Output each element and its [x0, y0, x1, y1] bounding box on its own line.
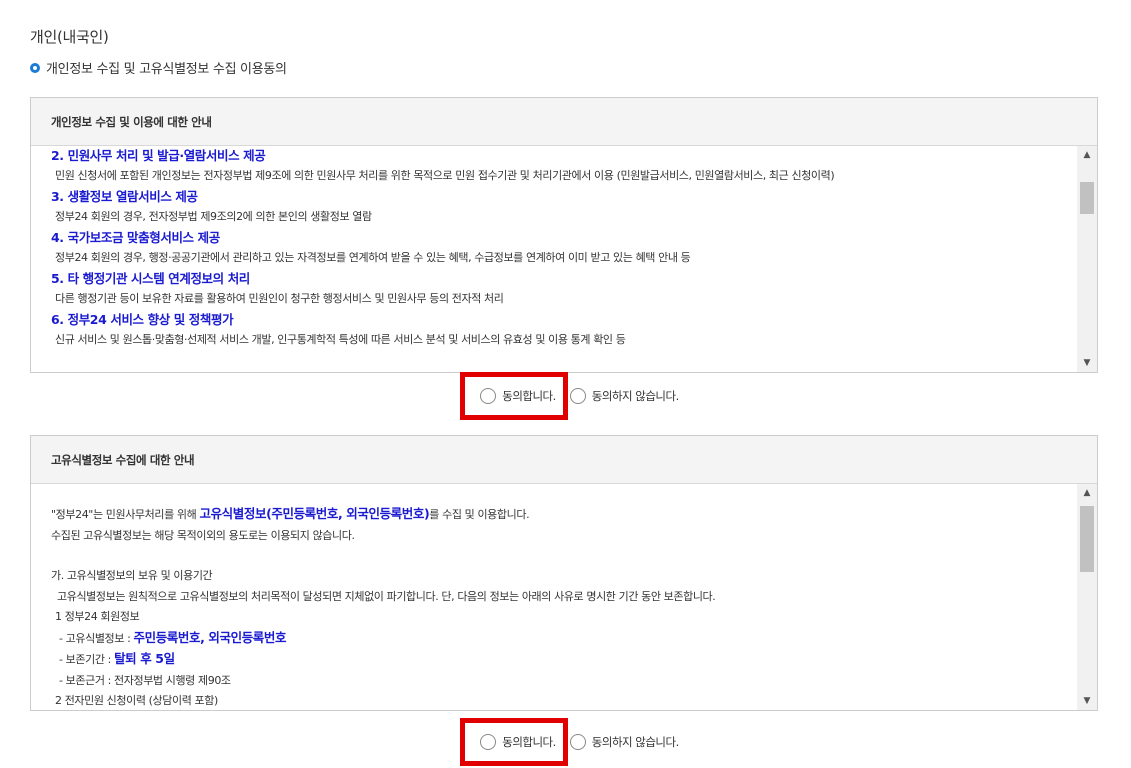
scroll-thumb[interactable] [1080, 182, 1094, 214]
unique-id-item-1-a: - 고유식별정보 : 주민등록번호, 외국인등록번호 [51, 628, 1067, 650]
radio-button[interactable] [480, 734, 497, 750]
bullet-ring-icon [30, 62, 40, 73]
unique-id-intro-text: "정부24"는 민원사무처리를 위해 [51, 508, 197, 521]
privacy-section-title: 2. 민원사무 처리 및 발급·열람서비스 제공 [51, 148, 266, 163]
privacy-section-desc: 민원 신청서에 포함된 개인정보는 전자정부법 제9조에 의한 민원사무 처리를… [55, 169, 835, 182]
unique-id-disagree-option[interactable]: 동의하지 않습니다. [569, 734, 679, 750]
privacy-section-desc: 정부24 회원의 경우, 행정·공공기관에서 관리하고 있는 자격정보를 연계하… [55, 251, 691, 264]
scroll-down-arrow-icon[interactable]: ▼ [1077, 354, 1097, 372]
privacy-info-panel: 개인정보 수집 및 이용에 대한 안내 2. 민원사무 처리 및 발급·열람서비… [30, 97, 1098, 373]
privacy-agree-label[interactable]: 동의합니다. [502, 388, 556, 404]
privacy-scrollbar[interactable]: ▲ ▼ [1077, 146, 1097, 372]
unique-id-intro: "정부24"는 민원사무처리를 위해 고유식별정보(주민등록번호, 외국인등록번… [51, 504, 1067, 526]
privacy-agree-option[interactable]: 동의합니다. [460, 372, 568, 420]
privacy-section-desc: 정부24 회원의 경우, 전자정부법 제9조의2에 의한 본인의 생활정보 열람 [55, 210, 372, 223]
scroll-up-arrow-icon[interactable]: ▲ [1077, 484, 1097, 502]
unique-id-item-1-b: - 보존기간 : 탈퇴 후 5일 [51, 649, 1067, 671]
privacy-section: 5. 타 행정기관 시스템 연계정보의 처리 다른 행정기관 등이 보유한 자료… [51, 271, 1067, 312]
radio-button[interactable] [480, 388, 497, 404]
unique-id-info-panel-header: 고유식별정보 수집에 대한 안내 [31, 436, 1097, 484]
privacy-info-panel-header: 개인정보 수집 및 이용에 대한 안내 [31, 98, 1097, 146]
scroll-thumb[interactable] [1080, 506, 1094, 572]
unique-id-item-2: 2 전자민원 신청이력 (상담이력 포함) [55, 694, 218, 707]
radio-button[interactable] [569, 734, 586, 750]
privacy-consent-radio-group: 동의합니다. 동의하지 않습니다. [0, 372, 1131, 420]
privacy-section: 4. 국가보조금 맞춤형서비스 제공 정부24 회원의 경우, 행정·공공기관에… [51, 230, 1067, 271]
privacy-section-title: 3. 생활정보 열람서비스 제공 [51, 189, 198, 204]
privacy-disagree-option[interactable]: 동의하지 않습니다. [569, 388, 679, 404]
unique-id-info-panel: 고유식별정보 수집에 대한 안내 "정부24"는 민원사무처리를 위해 고유식별… [30, 435, 1098, 711]
unique-id-item-1-a-label: - 고유식별정보 : [59, 631, 131, 645]
privacy-section-desc: 신규 서비스 및 원스톱·맞춤형·선제적 서비스 개발, 인구통계학적 특성에 … [55, 333, 626, 346]
scroll-up-arrow-icon[interactable]: ▲ [1077, 146, 1097, 164]
privacy-info-scroll-area[interactable]: 2. 민원사무 처리 및 발급·열람서비스 제공 민원 신청서에 포함된 개인정… [31, 146, 1097, 372]
privacy-section-title: 5. 타 행정기관 시스템 연계정보의 처리 [51, 271, 250, 286]
unique-id-section-desc: 고유식별정보는 원칙적으로 고유식별정보의 처리목적이 달성되면 지체없이 파기… [57, 589, 716, 603]
unique-id-item-1: 1 정부24 회원정보 [55, 610, 140, 623]
unique-id-item-1-b-value: 탈퇴 후 5일 [114, 651, 175, 666]
privacy-section: 3. 생활정보 열람서비스 제공 정부24 회원의 경우, 전자정부법 제9조의… [51, 189, 1067, 230]
privacy-section: 6. 정부24 서비스 향상 및 정책평가 신규 서비스 및 원스톱·맞춤형·선… [51, 312, 1067, 353]
section-subtitle-text: 개인정보 수집 및 고유식별정보 수집 이용동의 [46, 62, 287, 77]
unique-id-scrollbar[interactable]: ▲ ▼ [1077, 484, 1097, 710]
unique-id-intro-highlight: 고유식별정보(주민등록번호, 외국인등록번호) [199, 506, 430, 521]
radio-button[interactable] [569, 388, 586, 404]
privacy-section-desc: 다른 행정기관 등이 보유한 자료를 활용하여 민원인이 청구한 행정서비스 및… [55, 292, 504, 305]
privacy-disagree-label[interactable]: 동의하지 않습니다. [592, 388, 679, 404]
page-title: 개인(내국인) [30, 28, 109, 46]
scroll-down-arrow-icon[interactable]: ▼ [1077, 692, 1097, 710]
unique-id-agree-label[interactable]: 동의합니다. [502, 734, 556, 750]
unique-id-intro-text-end: 를 수집 및 이용합니다. [429, 508, 530, 521]
unique-id-disagree-label[interactable]: 동의하지 않습니다. [592, 734, 679, 750]
section-subtitle: 개인정보 수집 및 고유식별정보 수집 이용동의 [30, 58, 287, 77]
privacy-section-title: 4. 국가보조금 맞춤형서비스 제공 [51, 230, 220, 245]
unique-id-intro-2: 수집된 고유식별정보는 해당 목적이외의 용도로는 이용되지 않습니다. [51, 528, 355, 542]
unique-id-agree-option[interactable]: 동의합니다. [460, 718, 568, 766]
unique-id-item-1-b-label: - 보존기간 : [59, 653, 111, 666]
unique-id-info-scroll-area[interactable]: "정부24"는 민원사무처리를 위해 고유식별정보(주민등록번호, 외국인등록번… [31, 484, 1097, 710]
unique-id-item-1-c: - 보존근거 : 전자정부법 시행령 제90조 [59, 673, 231, 687]
unique-id-item-1-a-value: 주민등록번호, 외국인등록번호 [133, 629, 287, 645]
privacy-section: 2. 민원사무 처리 및 발급·열람서비스 제공 민원 신청서에 포함된 개인정… [51, 148, 1067, 189]
unique-id-section-title: 가. 고유식별정보의 보유 및 이용기간 [51, 569, 213, 582]
unique-id-consent-radio-group: 동의합니다. 동의하지 않습니다. [0, 718, 1131, 766]
privacy-section-title: 6. 정부24 서비스 향상 및 정책평가 [51, 312, 234, 327]
